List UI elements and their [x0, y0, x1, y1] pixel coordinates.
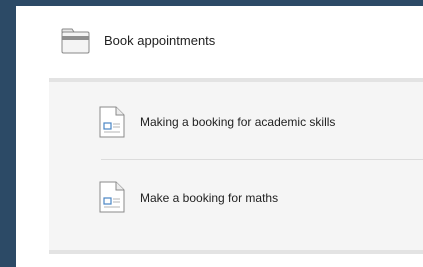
- sub-item-list: Making a booking for academic skills Mak…: [49, 78, 423, 254]
- list-item-maths[interactable]: Make a booking for maths: [49, 159, 423, 235]
- list-item-label: Making a booking for academic skills: [140, 115, 336, 129]
- list-item-label: Make a booking for maths: [140, 191, 279, 205]
- folder-label: Book appointments: [104, 33, 216, 48]
- folder-book-appointments[interactable]: Book appointments: [16, 6, 423, 78]
- list-item-academic-skills[interactable]: Making a booking for academic skills: [49, 82, 423, 158]
- document-icon: [99, 181, 125, 213]
- folder-icon: [61, 28, 90, 54]
- content-panel: Book appointments Making a booking for a…: [16, 6, 423, 267]
- document-icon: [99, 106, 125, 138]
